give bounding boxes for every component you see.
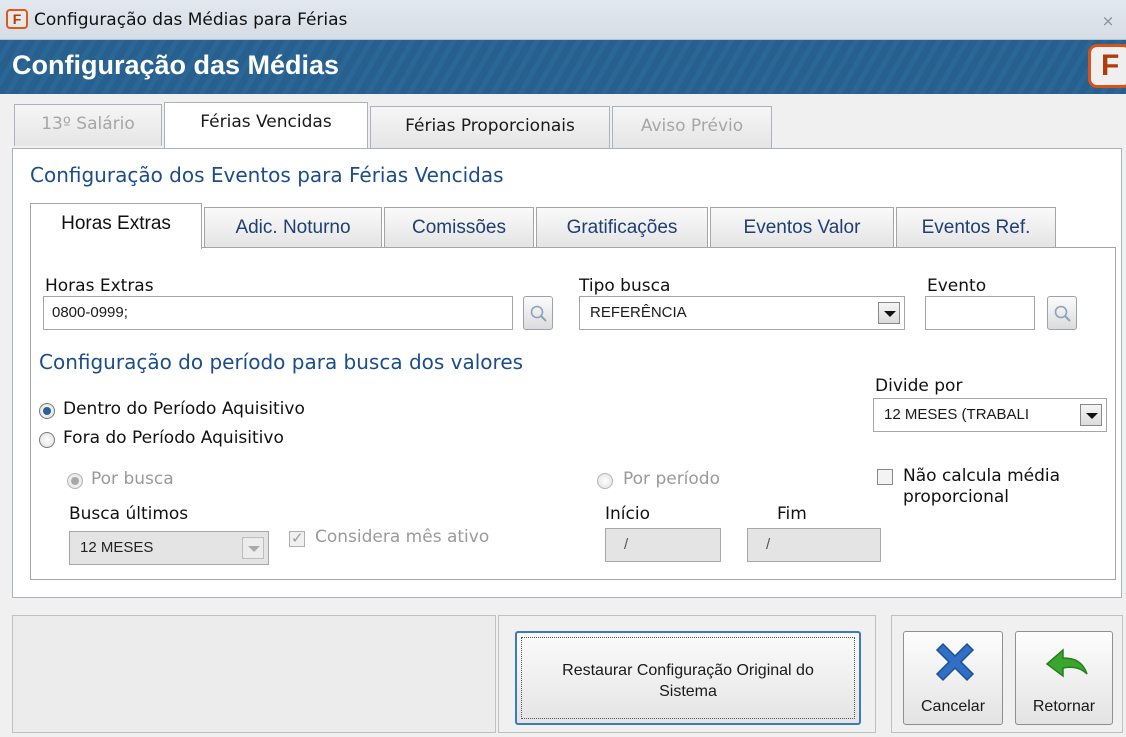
tab-eventos-valor[interactable]: Eventos Valor	[710, 207, 894, 249]
restore-default-config-button[interactable]: Restaurar Configuração Original do Siste…	[515, 631, 861, 725]
search-icon	[530, 305, 547, 322]
tab-adic-noturno[interactable]: Adic. Noturno	[204, 207, 382, 249]
por-periodo-radio[interactable]	[597, 473, 613, 489]
por-busca-label: Por busca	[91, 469, 174, 489]
dentro-periodo-radio[interactable]	[39, 403, 55, 419]
window-title-bar: F Configuração das Médias para Férias ⨯	[0, 0, 1126, 40]
divide-por-label: Divide por	[875, 376, 963, 396]
horas-extras-input[interactable]: 0800-0999;	[43, 296, 513, 330]
por-busca-radio[interactable]	[67, 473, 83, 489]
busca-ultimos-label: Busca últimos	[69, 504, 189, 524]
tab-ferias-vencidas[interactable]: Férias Vencidas	[164, 102, 368, 148]
tipo-busca-value: REFERÊNCIA	[590, 304, 687, 321]
busca-ultimos-select[interactable]: 12 MESES	[69, 531, 269, 565]
busca-ultimos-value: 12 MESES	[80, 539, 154, 556]
bottom-left-panel	[12, 615, 496, 733]
considera-mes-ativo-checkbox[interactable]	[289, 529, 305, 547]
evento-search-button[interactable]	[1047, 296, 1077, 330]
return-label: Retornar	[1032, 698, 1096, 715]
tab-horas-extras[interactable]: Horas Extras	[30, 203, 202, 249]
return-button[interactable]: Retornar	[1015, 631, 1113, 725]
tab-panel-horas-extras: Horas Extras 0800-0999; Tipo busca REFER…	[30, 247, 1116, 580]
considera-mes-ativo-label: Considera mês ativo	[315, 527, 490, 547]
return-arrow-icon	[1045, 648, 1088, 678]
periodo-title: Configuração do período para busca dos v…	[39, 350, 524, 374]
horas-extras-label: Horas Extras	[45, 276, 154, 296]
brand-logo: F	[1088, 44, 1126, 88]
tab-ferias-proporcionais[interactable]: Férias Proporcionais	[370, 106, 610, 148]
nao-calcula-label-line2: proporcional	[903, 487, 1010, 507]
evento-input[interactable]	[925, 296, 1035, 330]
dentro-periodo-label: Dentro do Período Aquisitivo	[63, 399, 305, 419]
divide-por-value: 12 MESES (TRABALI	[884, 406, 1030, 423]
chevron-down-icon[interactable]	[878, 302, 900, 324]
header-banner: Configuração das Médias F	[0, 40, 1126, 94]
inicio-input[interactable]: /	[605, 528, 721, 562]
section-title: Configuração dos Eventos para Férias Ven…	[30, 163, 504, 187]
chevron-down-icon[interactable]	[242, 537, 264, 559]
fim-input[interactable]: /	[747, 528, 881, 562]
evento-label: Evento	[927, 276, 987, 296]
por-periodo-label: Por período	[623, 469, 720, 489]
close-icon[interactable]: ⨯	[1094, 11, 1122, 31]
page-title: Configuração das Médias	[12, 50, 340, 80]
nao-calcula-label-line1: Não calcula média	[903, 466, 1061, 486]
nao-calcula-label: Não calcula média proporcional	[903, 466, 1060, 508]
tab-eventos-ref[interactable]: Eventos Ref.	[896, 207, 1056, 249]
focus-rectangle	[521, 637, 855, 719]
tipo-busca-label: Tipo busca	[579, 276, 671, 296]
divide-por-select[interactable]: 12 MESES (TRABALI	[873, 398, 1107, 432]
horas-extras-search-button[interactable]	[523, 296, 553, 330]
tab-13-salario[interactable]: 13º Salário	[14, 104, 162, 146]
fora-periodo-radio[interactable]	[39, 432, 55, 448]
chevron-down-icon[interactable]	[1080, 404, 1102, 426]
tipo-busca-select[interactable]: REFERÊNCIA	[579, 296, 905, 330]
inicio-label: Início	[605, 504, 650, 524]
cancel-label: Cancelar	[920, 698, 986, 715]
tab-gratificacoes[interactable]: Gratificações	[536, 207, 708, 249]
app-icon: F	[6, 9, 28, 29]
nao-calcula-checkbox[interactable]	[877, 469, 893, 485]
tab-aviso-previo[interactable]: Aviso Prévio	[612, 106, 772, 148]
tab-comissoes[interactable]: Comissões	[384, 207, 534, 249]
fim-label: Fim	[777, 504, 807, 524]
window-title: Configuração das Médias para Férias	[34, 10, 348, 30]
search-icon	[1054, 305, 1071, 322]
close-icon	[935, 642, 975, 682]
cancel-button[interactable]: Cancelar	[903, 631, 1003, 725]
fora-periodo-label: Fora do Período Aquisitivo	[63, 428, 284, 448]
